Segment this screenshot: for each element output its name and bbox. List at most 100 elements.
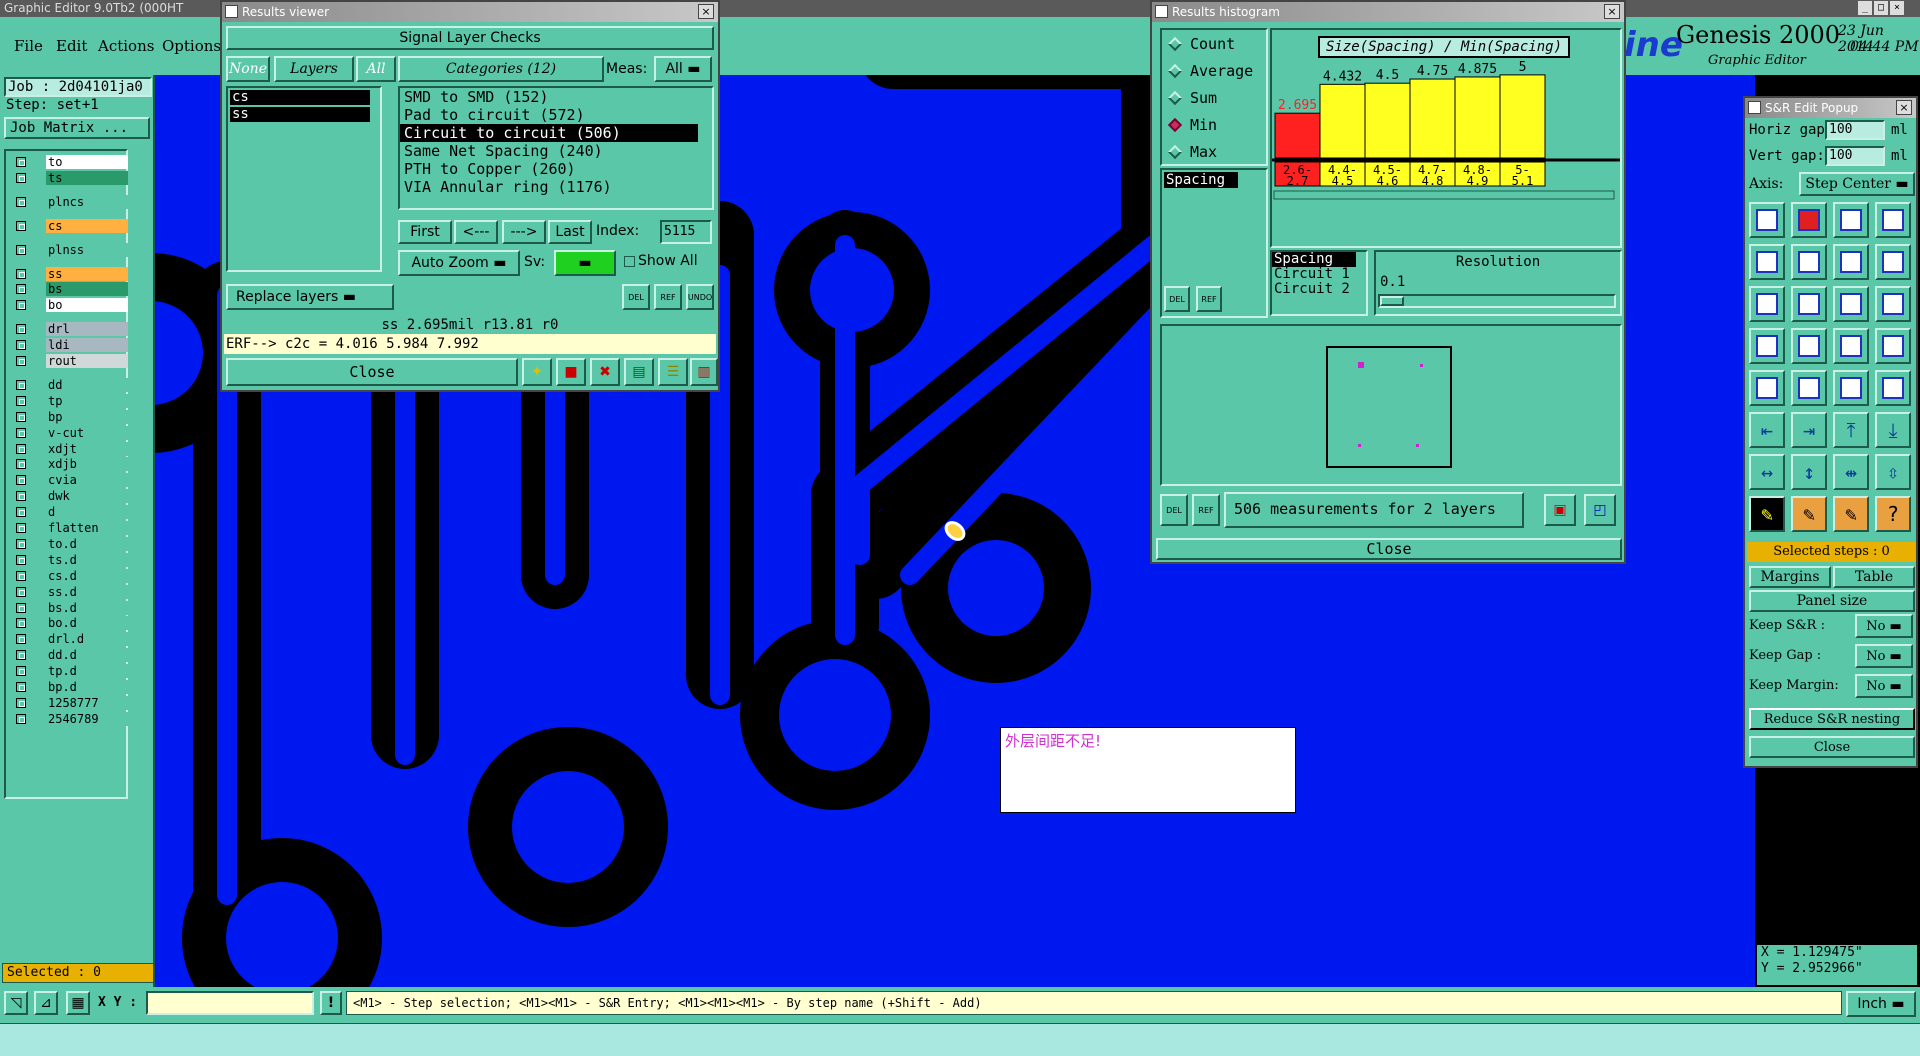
prev-button[interactable]: <--- [454,220,498,244]
layer-name[interactable]: ldi [46,338,128,353]
layer-name[interactable]: dd.d [46,648,128,663]
layer-checkbox[interactable] [16,443,26,454]
category-item[interactable]: SMD to SMD (152) [400,88,712,106]
layer-row[interactable]: bp [12,409,130,424]
layer-checkbox[interactable] [16,268,26,279]
layer-row[interactable]: flatten [12,521,130,535]
units-select[interactable]: Inch ▬ [1846,991,1916,1017]
layer-name[interactable]: plncs [46,194,128,209]
layer-name[interactable]: d [46,505,128,520]
layer-checkbox[interactable] [16,324,26,335]
swap-step-icon[interactable] [1833,286,1869,322]
layer-list[interactable]: to ts plncs cs plnss ss bs bo drl ldi rout dd tp bp v-… [4,149,128,799]
layer-checkbox[interactable] [16,570,26,581]
group-item[interactable]: Circuit 2 [1272,282,1356,297]
align-right-icon[interactable]: ⇥ [1791,412,1827,448]
highlight-icon[interactable]: ✦ [522,358,552,386]
layer-row[interactable]: plnss [12,242,130,257]
menu-options[interactable]: Options [162,37,221,55]
layer-name[interactable]: to.d [46,536,128,551]
histogram-bar[interactable] [1454,76,1501,159]
table-button[interactable]: Table [1833,566,1915,588]
measure-icon[interactable]: ⊿ [34,991,58,1015]
layer-checkbox[interactable] [16,650,26,661]
align-top-icon[interactable]: ⤒ [1833,412,1869,448]
preview-ref-button[interactable]: REF [1192,494,1220,526]
layer-row[interactable]: ldi [12,338,130,353]
layer-name[interactable]: drl [46,322,128,337]
layer-checkbox[interactable] [16,196,26,207]
layer-name[interactable]: bp [46,409,128,424]
export-icon[interactable]: ▤ [624,358,654,386]
mode-radio-count[interactable]: Count [1162,30,1266,57]
matrix-grid-icon[interactable] [1875,202,1911,238]
layer-name[interactable]: ts.d [46,552,128,567]
resolution-slider[interactable] [1378,294,1616,308]
layer-checkbox[interactable] [16,507,26,518]
ref-button[interactable]: REF [654,284,682,310]
layer-checkbox[interactable] [16,713,26,724]
layer-row[interactable]: dwk [12,489,130,504]
layer-row[interactable]: rout [12,354,130,368]
layer-checkbox[interactable] [16,666,26,677]
select-step-icon[interactable]: ✎ [1749,496,1785,532]
keep-sr-select[interactable]: No ▬ [1855,614,1913,638]
histogram-bar[interactable] [1364,82,1411,159]
stack-up-icon[interactable] [1791,328,1827,364]
note-box[interactable]: 外层间距不足! [1000,727,1296,813]
close-button[interactable]: Close [226,358,518,386]
close-icon[interactable]: × [1890,1,1904,15]
layer-row[interactable]: xdjb [12,457,130,472]
gap-h-icon[interactable]: ↔ [1749,454,1785,490]
none-button[interactable]: None [226,56,270,82]
space-even-h-icon[interactable] [1833,370,1869,406]
histogram-icon[interactable]: ▥ [690,358,718,386]
zoom-fit-icon[interactable]: ▣ [1544,494,1576,526]
slider-thumb[interactable] [1380,296,1404,306]
layer-select-item[interactable]: ss [230,107,370,122]
histogram-bar[interactable] [1409,78,1456,159]
all-button[interactable]: All [356,56,396,82]
layer-checkbox[interactable] [16,356,26,366]
center-h-icon[interactable]: ⇹ [1833,454,1869,490]
layer-name[interactable]: xdjt [46,441,128,456]
layer-name[interactable]: bo.d [46,616,128,631]
menu-actions[interactable]: Actions [98,37,154,55]
edit-step-icon[interactable]: ✎ [1791,496,1827,532]
layer-name[interactable]: rout [46,354,128,368]
layer-checkbox[interactable] [16,459,26,470]
layer-name[interactable]: drl.d [46,632,128,647]
layer-name[interactable]: bp.d [46,680,128,694]
layer-checkbox[interactable] [16,538,26,549]
layer-name[interactable]: tp.d [46,664,128,679]
layer-row[interactable]: bo [12,298,130,313]
category-item[interactable]: Pad to circuit (572) [400,106,712,124]
margins-button[interactable]: Margins [1749,566,1831,588]
layer-row[interactable]: dd.d [12,648,130,663]
sr-close-button[interactable]: Close [1749,736,1915,758]
align-grid-icon[interactable] [1749,202,1785,238]
layer-checkbox[interactable] [16,220,26,231]
layer-name[interactable]: tp [46,393,128,408]
space-even-icon[interactable] [1791,370,1827,406]
layer-checkbox[interactable] [16,157,26,167]
mirror-step-icon[interactable] [1833,244,1869,280]
distribute-grid-icon[interactable] [1833,202,1869,238]
layer-row[interactable]: plncs [12,194,130,209]
group-item[interactable]: Spacing [1272,252,1356,267]
layer-row[interactable]: cs [12,218,130,233]
layer-select-item[interactable]: cs [230,90,370,105]
layer-name[interactable]: cs [46,218,128,233]
layer-name[interactable]: cs.d [46,568,128,583]
layer-name[interactable]: ts [46,170,128,185]
mode-radio-max[interactable]: Max [1162,138,1266,165]
zoom-icon[interactable]: ◹ [4,991,28,1015]
layer-row[interactable]: bs.d [12,600,130,615]
rotate-step-icon[interactable] [1791,244,1827,280]
histogram-bar[interactable] [1499,74,1546,159]
stack-center-icon[interactable] [1833,328,1869,364]
layer-row[interactable]: drl [12,322,130,337]
sv-color-select[interactable]: ▬ [554,250,616,276]
layer-name[interactable]: bo [46,298,128,313]
group-item[interactable]: Circuit 1 [1272,267,1356,282]
